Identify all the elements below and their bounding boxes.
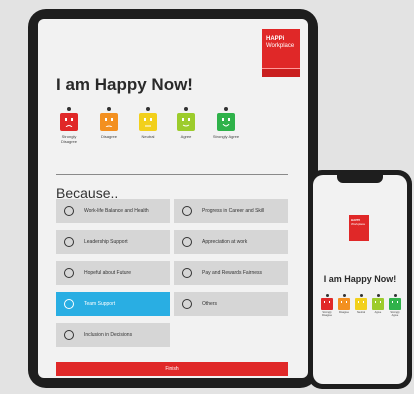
logo-strip bbox=[262, 68, 300, 77]
happy-face-icon bbox=[177, 113, 195, 131]
selector-dot bbox=[107, 107, 111, 111]
option-team-support[interactable]: Team Support bbox=[56, 292, 170, 316]
option-label: Progress in Career and Skill bbox=[202, 208, 265, 214]
selector-dot bbox=[376, 294, 380, 297]
face-neutral[interactable]: Neutral bbox=[353, 294, 369, 314]
selector-dot bbox=[325, 294, 329, 297]
radio-icon bbox=[64, 330, 74, 340]
radio-icon bbox=[64, 299, 74, 309]
mood-scale: Strongly Disagree Disagree Neutral Agree bbox=[319, 294, 403, 324]
face-disagree[interactable]: Disagree bbox=[336, 294, 352, 314]
option-label: Others bbox=[202, 301, 218, 307]
tablet-screen: HAPPi Workplace I am Happy Now! Strongly… bbox=[38, 19, 308, 378]
face-strongly-disagree[interactable]: Strongly Disagree bbox=[54, 107, 84, 144]
face-disagree[interactable]: Disagree bbox=[94, 107, 124, 139]
happy-face-icon bbox=[372, 298, 384, 310]
option-label: Appreciation at work bbox=[202, 239, 248, 245]
radio-icon bbox=[182, 268, 192, 278]
selector-dot bbox=[342, 294, 346, 297]
option-label: Work-life Balance and Health bbox=[84, 208, 149, 214]
face-label: Strongly Disagree bbox=[60, 134, 77, 144]
page-title: I am Happy Now! bbox=[323, 274, 397, 284]
selector-dot bbox=[393, 294, 397, 297]
very-happy-face-icon bbox=[389, 298, 401, 310]
selector-dot bbox=[184, 107, 188, 111]
option-label: Hopeful about Future bbox=[84, 270, 131, 276]
selector-dot bbox=[146, 107, 150, 111]
very-happy-face-icon bbox=[217, 113, 235, 131]
sad-face-icon bbox=[100, 113, 118, 131]
face-label: Disagree bbox=[338, 311, 349, 314]
face-strongly-disagree[interactable]: Strongly Disagree bbox=[319, 294, 335, 317]
face-neutral[interactable]: Neutral bbox=[133, 107, 163, 139]
face-label: Disagree bbox=[100, 134, 117, 139]
phone-notch bbox=[337, 175, 383, 183]
selector-dot bbox=[224, 107, 228, 111]
very-sad-face-icon bbox=[60, 113, 78, 131]
neutral-face-icon bbox=[139, 113, 157, 131]
divider bbox=[56, 174, 288, 175]
face-label: Neutral bbox=[141, 134, 155, 139]
happi-workplace-logo: HAPPi Workplace bbox=[349, 215, 369, 241]
mood-scale: Strongly Disagree Disagree Neutral Agree… bbox=[54, 107, 254, 163]
option-label: Team Support bbox=[84, 301, 116, 307]
radio-icon bbox=[64, 268, 74, 278]
face-label: Strongly Disagree bbox=[321, 311, 332, 317]
neutral-face-icon bbox=[355, 298, 367, 310]
sad-face-icon bbox=[338, 298, 350, 310]
face-agree[interactable]: Agree bbox=[370, 294, 386, 314]
radio-icon bbox=[182, 206, 192, 216]
face-label: Strongly Agree bbox=[212, 134, 240, 139]
option-inclusion-decisions[interactable]: Inclusion in Decisions bbox=[56, 323, 170, 347]
finish-button[interactable]: Finish bbox=[56, 362, 288, 376]
face-label: Strongly Agree bbox=[390, 311, 400, 317]
selector-dot bbox=[359, 294, 363, 297]
phone-device: HAPPi Workplace I am Happy Now! Strongly… bbox=[308, 170, 412, 389]
option-work-life-balance[interactable]: Work-life Balance and Health bbox=[56, 199, 170, 223]
radio-icon bbox=[64, 206, 74, 216]
page-title: I am Happy Now! bbox=[56, 75, 193, 94]
face-label: Neutral bbox=[356, 311, 366, 314]
face-label: Agree bbox=[180, 134, 192, 139]
radio-icon bbox=[182, 299, 192, 309]
option-others[interactable]: Others bbox=[174, 292, 288, 316]
very-sad-face-icon bbox=[321, 298, 333, 310]
selector-dot bbox=[67, 107, 71, 111]
option-label: Inclusion in Decisions bbox=[84, 332, 133, 338]
phone-screen: HAPPi Workplace I am Happy Now! Strongly… bbox=[313, 175, 407, 384]
face-agree[interactable]: Agree bbox=[171, 107, 201, 139]
option-label: Leadership Support bbox=[84, 239, 128, 245]
happi-workplace-logo: HAPPi Workplace bbox=[262, 29, 300, 77]
logo-sub: Workplace bbox=[266, 42, 295, 49]
logo-sub: Workplace bbox=[351, 221, 366, 226]
face-label: Agree bbox=[374, 311, 382, 314]
face-strongly-agree[interactable]: Strongly Agree bbox=[211, 107, 241, 139]
option-appreciation[interactable]: Appreciation at work bbox=[174, 230, 288, 254]
option-progress-career[interactable]: Progress in Career and Skill bbox=[174, 199, 288, 223]
option-hopeful-future[interactable]: Hopeful about Future bbox=[56, 261, 170, 285]
option-leadership-support[interactable]: Leadership Support bbox=[56, 230, 170, 254]
face-strongly-agree[interactable]: Strongly Agree bbox=[387, 294, 403, 317]
option-pay-rewards[interactable]: Pay and Rewards Fairness bbox=[174, 261, 288, 285]
option-label: Pay and Rewards Fairness bbox=[202, 270, 263, 276]
radio-icon bbox=[64, 237, 74, 247]
radio-icon bbox=[182, 237, 192, 247]
tablet-device: HAPPi Workplace I am Happy Now! Strongly… bbox=[28, 9, 318, 388]
logo-brand: HAPPi bbox=[266, 36, 285, 42]
